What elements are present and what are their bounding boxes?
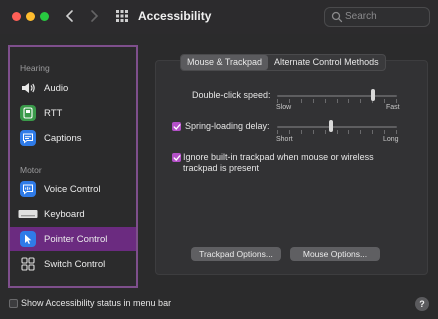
slider-tick [348,130,349,134]
slow-label: Slow [276,104,292,111]
ignore-trackpad-label-line1: Ignore built-in trackpad when mouse or w… [183,152,374,162]
slider-tick [325,99,326,103]
slider-tick [301,130,302,134]
slider-tick [348,99,349,103]
search-icon [331,11,343,23]
sidebar-item-label: Voice Control [44,183,101,195]
keyboard-icon [18,206,38,222]
sidebar-item-switch-control[interactable]: Switch Control [10,252,136,276]
slider-tick [384,130,385,134]
window-title: Accessibility [138,9,212,23]
sidebar-item-label: RTT [44,107,63,119]
tab-alternate-control-methods[interactable]: Alternate Control Methods [268,55,385,70]
pointer-icon [20,231,36,247]
search-placeholder: Search [345,11,377,22]
sidebar-item-captions[interactable]: Captions [10,126,136,150]
sidebar-item-voice-control[interactable]: Voice Control [10,177,136,201]
double-click-speed-slider[interactable] [277,95,397,97]
long-label: Long [383,136,399,143]
slider-tick [289,99,290,103]
show-status-checkbox[interactable] [9,299,18,308]
sidebar-item-label: Pointer Control [44,233,108,245]
title-bar: Accessibility Search [0,0,438,34]
spring-loading-delay-knob[interactable] [329,120,333,132]
slider-tick [325,130,326,134]
short-label: Short [276,136,293,143]
spring-loading-delay-ticks [277,130,397,134]
sidebar: Hearing Audio RTT Captions Motor Voice C… [8,45,138,288]
captions-icon [20,130,36,146]
slider-tick [337,130,338,134]
sidebar-item-pointer-control[interactable]: Pointer Control [10,227,136,251]
slider-tick [396,130,397,134]
slider-tick [396,99,397,103]
speaker-icon [20,80,36,96]
trackpad-options-button[interactable]: Trackpad Options... [191,247,281,261]
slider-tick [277,130,278,134]
slider-tick [277,99,278,103]
double-click-speed-knob[interactable] [371,89,375,101]
zoom-window-button[interactable] [40,12,49,21]
ignore-trackpad-checkbox[interactable] [172,153,181,162]
ignore-trackpad-label-line2: trackpad is present [183,163,260,173]
grid-icon [116,10,128,22]
spring-loading-delay-label: Spring-loading delay: [185,121,270,131]
sidebar-item-audio[interactable]: Audio [10,76,136,100]
slider-tick [384,99,385,103]
slider-tick [360,130,361,134]
slider-tick [313,99,314,103]
close-window-button[interactable] [12,12,21,21]
checkmark-icon [173,154,180,161]
slider-tick [372,130,373,134]
slider-tick [301,99,302,103]
fast-label: Fast [386,104,400,111]
spring-loading-checkbox[interactable] [172,122,181,131]
minimize-window-button[interactable] [26,12,35,21]
tab-mouse-trackpad[interactable]: Mouse & Trackpad [181,55,269,70]
slider-tick [313,130,314,134]
slider-tick [360,99,361,103]
switch-control-icon [20,256,36,272]
sidebar-item-keyboard[interactable]: Keyboard [10,202,136,226]
slider-tick [337,99,338,103]
sidebar-item-label: Captions [44,132,82,144]
back-button[interactable] [62,8,78,24]
section-label-hearing: Hearing [20,63,50,73]
slider-tick [289,130,290,134]
chevron-right-icon [91,10,99,22]
show-all-button[interactable] [115,9,129,23]
mouse-options-button[interactable]: Mouse Options... [290,247,380,261]
search-field[interactable]: Search [324,7,430,27]
sidebar-item-rtt[interactable]: RTT [10,101,136,125]
forward-button[interactable] [86,8,102,24]
sidebar-item-label: Switch Control [44,258,106,270]
section-label-motor: Motor [20,165,42,175]
help-button[interactable]: ? [415,297,429,311]
chevron-left-icon [65,10,73,22]
rtt-icon [20,105,36,121]
spring-loading-delay-slider[interactable] [277,126,397,128]
tab-bar: Mouse & Trackpad Alternate Control Metho… [180,54,386,71]
show-status-label: Show Accessibility status in menu bar [21,298,172,308]
double-click-speed-label: Double-click speed: [192,90,271,100]
voice-control-icon [20,181,36,197]
sidebar-item-label: Keyboard [44,208,85,220]
double-click-speed-ticks [277,99,397,103]
checkmark-icon [173,123,180,130]
sidebar-item-label: Audio [44,82,69,94]
